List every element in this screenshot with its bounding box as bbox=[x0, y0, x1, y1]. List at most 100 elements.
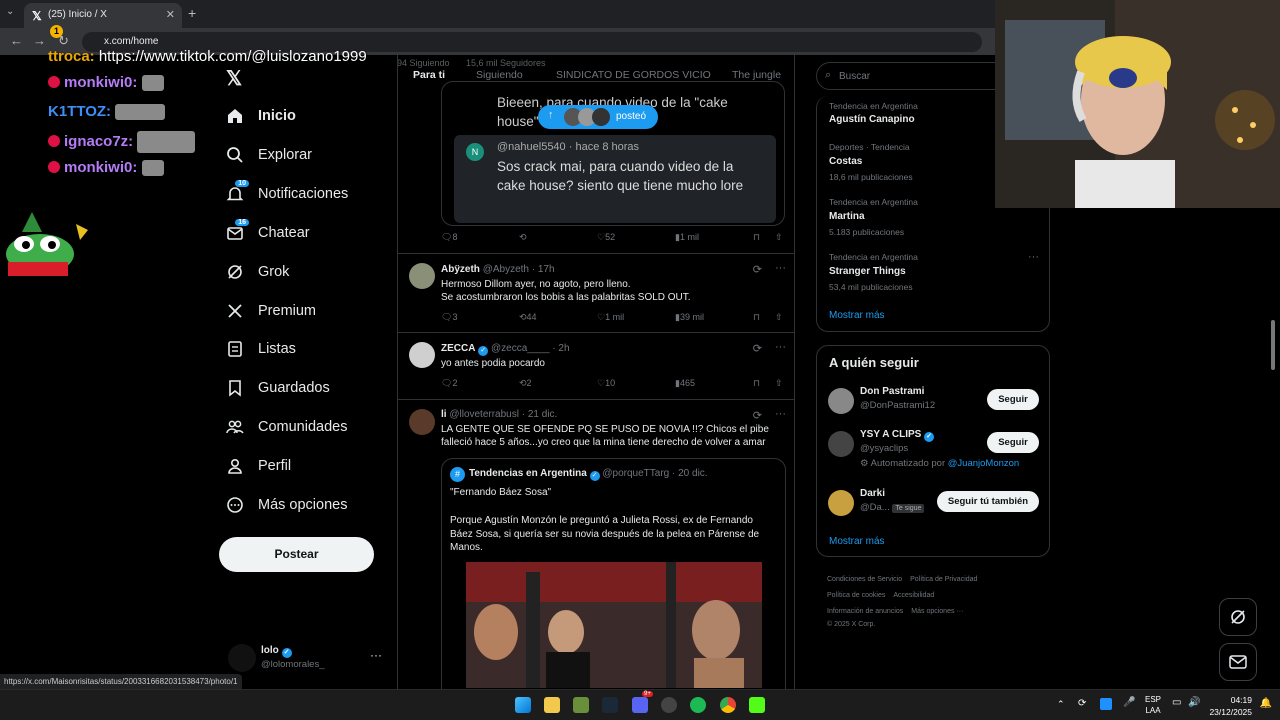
windows-start-icon[interactable] bbox=[515, 697, 531, 713]
scrollbar[interactable] bbox=[1271, 320, 1275, 370]
share-icon[interactable]: ⇧ bbox=[775, 378, 783, 389]
more-icon[interactable]: ··· bbox=[1028, 251, 1039, 263]
sidebar-item-premium[interactable]: Premium bbox=[226, 297, 316, 325]
sidebar-item-explorar[interactable]: Explorar bbox=[226, 141, 312, 169]
more-icon[interactable]: ··· bbox=[775, 408, 786, 420]
retweet-button[interactable]: ⟲ 2 bbox=[519, 378, 532, 389]
tweet[interactable]: li @lloveterrabusl · 21 dic. ⟳ ··· LA GE… bbox=[398, 400, 794, 720]
discord-icon[interactable]: 9+ bbox=[632, 691, 653, 713]
show-more-trends[interactable]: Mostrar más bbox=[829, 310, 885, 321]
notification-bell-icon[interactable]: 🔔 bbox=[1260, 698, 1272, 709]
kick-icon[interactable] bbox=[749, 697, 765, 713]
monitor-icon[interactable]: ▭ bbox=[1172, 697, 1181, 708]
follow-back-button[interactable]: Seguir tú también bbox=[937, 491, 1039, 512]
tab-sindicato[interactable]: SINDICATO DE GORDOS VICIO bbox=[556, 69, 711, 81]
footer-link[interactable]: Más opciones ··· bbox=[911, 608, 963, 615]
sidebar-item-grok[interactable]: Grok bbox=[226, 258, 289, 286]
like-button[interactable]: ♡ 52 bbox=[597, 232, 615, 243]
follow-button[interactable]: Seguir bbox=[987, 432, 1039, 453]
tweet[interactable]: Abÿzeth @Abyzeth · 17h ⟳ ··· Hermoso Dil… bbox=[398, 254, 794, 333]
tab-para-ti[interactable]: Para ti bbox=[413, 69, 445, 81]
file-explorer-icon[interactable] bbox=[544, 697, 560, 713]
verified-icon: ✓ bbox=[478, 346, 489, 356]
footer-link[interactable]: Política de Privacidad bbox=[910, 576, 977, 583]
sidebar-item-guardados[interactable]: Guardados bbox=[226, 374, 330, 402]
footer-link[interactable]: Accesibilidad bbox=[893, 592, 934, 599]
like-button[interactable]: ♡ 10 bbox=[597, 378, 615, 389]
avatar[interactable] bbox=[409, 263, 435, 289]
x-logo-icon[interactable]: 𝕏 bbox=[226, 66, 242, 91]
tweet[interactable]: ZECCA ✓ @zecca____ · 2h ⟳ ··· yo antes p… bbox=[398, 333, 794, 400]
chevron-up-icon[interactable]: ⌃ bbox=[1057, 699, 1065, 710]
volume-icon[interactable]: 🔊 bbox=[1188, 697, 1200, 708]
tweet-author[interactable]: Abÿzeth bbox=[441, 264, 480, 275]
views-button[interactable]: ▮ 465 bbox=[675, 378, 695, 389]
grok-icon[interactable]: ⟳ bbox=[753, 342, 762, 355]
steam-icon[interactable] bbox=[602, 697, 618, 713]
retweet-button[interactable]: ⟲ bbox=[519, 232, 527, 243]
footer-link[interactable]: Política de cookies bbox=[827, 592, 885, 599]
footer-link[interactable]: Información de anuncios bbox=[827, 608, 903, 615]
account-switcher[interactable]: lolo ✓ @lolomorales_ ··· bbox=[228, 640, 388, 680]
tab-siguiendo[interactable]: Siguiendo bbox=[476, 69, 523, 81]
sidebar-item-perfil[interactable]: Perfil bbox=[226, 452, 291, 480]
language-indicator[interactable]: ESP LAA bbox=[1145, 694, 1161, 716]
bookmark-icon[interactable]: ⊓ bbox=[753, 232, 760, 243]
trend-item[interactable]: Deportes · Tendencia Costas 18,6 mil pub… bbox=[829, 142, 913, 182]
messages-fab[interactable] bbox=[1219, 643, 1257, 681]
post-button[interactable]: Postear bbox=[219, 537, 374, 572]
bookmark-icon[interactable]: ⊓ bbox=[753, 378, 760, 389]
close-tab-icon[interactable]: ✕ bbox=[166, 8, 175, 21]
quoted-tweet-card[interactable]: # Tendencias en Argentina ✓ @porqueTTarg… bbox=[441, 458, 786, 720]
like-button[interactable]: ♡ 1 mil bbox=[597, 312, 624, 323]
share-icon[interactable]: ⇧ bbox=[775, 232, 783, 243]
automated-link[interactable]: @JuanjoMonzon bbox=[948, 458, 1019, 469]
grok-fab[interactable] bbox=[1219, 598, 1257, 636]
obs-icon[interactable] bbox=[661, 697, 677, 713]
trend-item[interactable]: Tendencia en Argentina Martina 5.183 pub… bbox=[829, 197, 918, 237]
trend-item[interactable]: Tendencia en Argentina Stranger Things 5… bbox=[829, 252, 918, 292]
clock[interactable]: 04:19 23/12/2025 bbox=[1209, 694, 1252, 718]
defender-icon[interactable] bbox=[1100, 698, 1112, 710]
bookmark-icon[interactable]: ⊓ bbox=[753, 312, 760, 323]
spotify-icon[interactable] bbox=[690, 697, 706, 713]
quote-photo[interactable] bbox=[466, 562, 762, 688]
follow-button[interactable]: Seguir bbox=[987, 389, 1039, 410]
sidebar-item-chatear[interactable]: 16 Chatear bbox=[226, 218, 310, 247]
sidebar-item-notificaciones[interactable]: 10 Notificaciones bbox=[226, 179, 348, 208]
avatar[interactable] bbox=[409, 409, 435, 435]
show-more-follow[interactable]: Mostrar más bbox=[829, 536, 885, 547]
tweet-author[interactable]: ZECCA bbox=[441, 343, 475, 354]
sidebar-item-mas-opciones[interactable]: Más opciones bbox=[226, 491, 347, 519]
more-icon[interactable]: ··· bbox=[370, 648, 382, 662]
grok-icon[interactable]: ⟳ bbox=[753, 409, 762, 422]
share-icon[interactable]: ⇧ bbox=[775, 312, 783, 323]
back-icon[interactable]: ← bbox=[10, 33, 23, 48]
app-icon[interactable] bbox=[573, 697, 589, 713]
retweet-button[interactable]: ⟲ 44 bbox=[519, 312, 537, 323]
reply-button[interactable]: 🗨 3 bbox=[441, 312, 457, 323]
forward-icon[interactable]: → bbox=[33, 33, 46, 48]
microphone-icon[interactable]: 🎤 bbox=[1123, 697, 1135, 708]
more-icon[interactable]: ··· bbox=[775, 262, 786, 274]
new-posts-pill[interactable]: ↑ posteó bbox=[538, 105, 658, 129]
sync-icon[interactable]: ⟳ bbox=[1078, 698, 1086, 709]
tweet-author[interactable]: li bbox=[441, 409, 447, 420]
tab-search-icon[interactable]: ⌄ bbox=[6, 6, 14, 17]
reply-button[interactable]: 🗨 8 bbox=[441, 232, 457, 243]
trend-item[interactable]: Tendencia en Argentina Agustín Canapino bbox=[829, 101, 918, 125]
grok-icon[interactable]: ⟳ bbox=[753, 263, 762, 276]
footer-link[interactable]: Condiciones de Servicio bbox=[827, 576, 902, 583]
sidebar-item-inicio[interactable]: Inicio bbox=[226, 102, 296, 130]
views-button[interactable]: ▮ 39 mil bbox=[675, 312, 704, 323]
reply-button[interactable]: 🗨 2 bbox=[441, 378, 457, 389]
chrome-icon[interactable] bbox=[720, 697, 736, 713]
new-tab-icon[interactable]: + bbox=[188, 5, 196, 21]
tab-the-jungle[interactable]: The jungle bbox=[732, 69, 781, 81]
views-button[interactable]: ▮ 1 mil bbox=[675, 232, 699, 243]
avatar[interactable] bbox=[409, 342, 435, 368]
sidebar-item-comunidades[interactable]: Comunidades bbox=[226, 413, 347, 441]
more-icon[interactable]: ··· bbox=[775, 341, 786, 353]
browser-tab[interactable]: 𝕏 (25) Inicio / X ✕ bbox=[24, 3, 182, 28]
sidebar-item-listas[interactable]: Listas bbox=[226, 335, 296, 363]
